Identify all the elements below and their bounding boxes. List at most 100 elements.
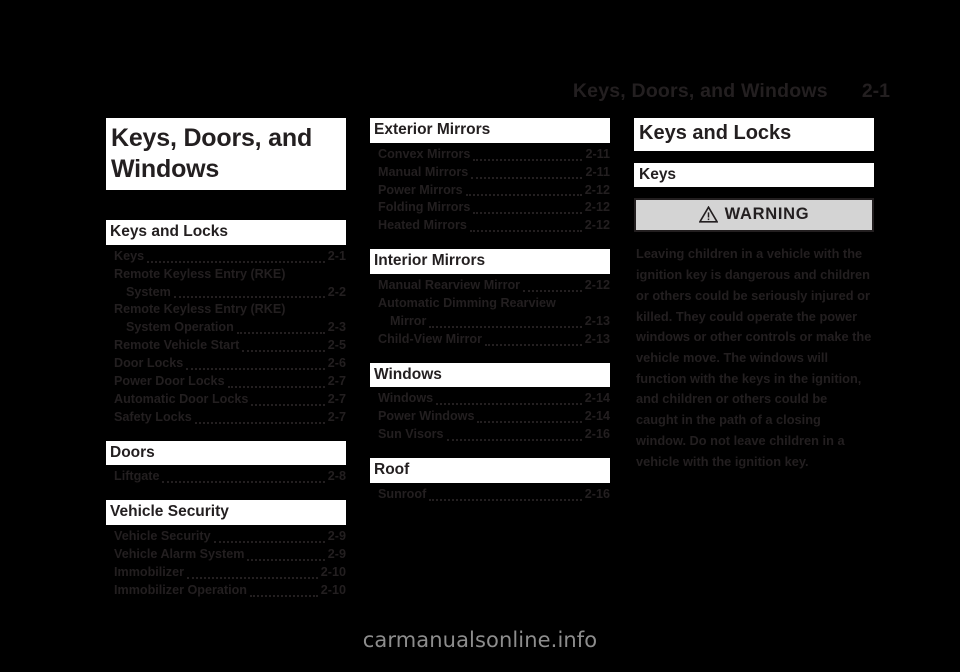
toc-leader-dots xyxy=(251,403,325,406)
toc-entry-label: Sun Visors xyxy=(378,427,444,442)
toc-entry[interactable]: Heated Mirrors 2-12 xyxy=(370,217,610,235)
toc-entry[interactable]: Child-View Mirror 2-13 xyxy=(370,331,610,349)
page-columns: Keys, Doors, and Windows Keys and Locks K… xyxy=(106,118,874,597)
toc-entry[interactable]: Windows 2-14 xyxy=(370,390,610,408)
section-title-keys-and-locks: Keys and Locks xyxy=(634,118,874,151)
toc-leader-dots xyxy=(213,540,325,543)
toc-entry-label: Liftgate xyxy=(114,469,160,484)
toc-entry-label: System Operation xyxy=(126,320,234,335)
toc-entry-label: Vehicle Security xyxy=(114,529,211,544)
toc-entry[interactable]: Manual Rearview Mirror 2-12 xyxy=(370,277,610,295)
toc-list: Keys 2-1 Remote Keyless Entry (RKE) System 2… xyxy=(106,248,346,427)
toc-entry-label: Power Mirrors xyxy=(378,182,463,197)
warning-body-text: Leaving children in a vehicle with the i… xyxy=(636,246,872,469)
toc-entry[interactable]: Remote Keyless Entry (RKE) xyxy=(106,301,346,319)
toc-entry[interactable]: Vehicle Alarm System 2-9 xyxy=(106,546,346,564)
toc-leader-dots xyxy=(236,331,325,335)
toc-entry-page: 2-7 xyxy=(327,373,346,388)
toc-column-two-groups: Exterior Mirrors Convex Mirrors 2-11 Manual… xyxy=(370,118,610,504)
toc-leader-dots xyxy=(247,558,325,561)
toc-group-heading: Keys and Locks xyxy=(106,220,346,245)
toc-entry-page: 2-12 xyxy=(584,278,610,292)
toc-leader-dots xyxy=(469,229,582,233)
toc-entry-page: 2-7 xyxy=(327,391,346,406)
toc-entry[interactable]: Door Locks 2-6 xyxy=(106,355,346,373)
toc-entry[interactable]: Immobilizer Operation 2-10 xyxy=(106,582,346,600)
toc-leader-dots xyxy=(471,176,583,179)
toc-list: Sunroof 2-16 xyxy=(370,486,610,504)
toc-entry[interactable]: Remote Keyless Entry (RKE) xyxy=(106,266,346,284)
toc-entry-page: 2-9 xyxy=(327,546,346,561)
toc-entry-page: 2-2 xyxy=(327,284,346,299)
toc-entry-page: 2-1 xyxy=(327,248,346,263)
toc-entry[interactable]: Safety Locks 2-7 xyxy=(106,409,346,427)
toc-list: Convex Mirrors 2-11 Manual Mirrors 2-11 Powe… xyxy=(370,146,610,235)
toc-entry[interactable]: Sunroof 2-16 xyxy=(370,486,610,504)
toc-entry[interactable]: Convex Mirrors 2-11 xyxy=(370,146,610,164)
toc-entry-label: Immobilizer xyxy=(114,564,184,579)
toc-leader-dots xyxy=(485,343,582,346)
toc-column-one-groups: Keys and Locks Keys 2-1 Remote Keyless Entr… xyxy=(106,220,346,600)
toc-entry-label: Keys xyxy=(114,248,145,263)
toc-leader-dots xyxy=(162,480,325,484)
toc-entry-label: Power Windows xyxy=(378,409,475,424)
toc-entry-label: Automatic Door Locks xyxy=(114,391,249,406)
toc-entry-label: Child-View Mirror xyxy=(378,331,483,346)
toc-entry-page: 2-13 xyxy=(584,313,610,328)
warning-label: WARNING xyxy=(724,205,810,224)
toc-entry[interactable]: Manual Mirrors 2-11 xyxy=(370,164,610,182)
toc-entry[interactable]: Liftgate 2-8 xyxy=(106,468,346,486)
toc-entry-page: 2-12 xyxy=(584,218,610,233)
toc-entry-page: 2-5 xyxy=(327,338,346,353)
toc-leader-dots xyxy=(227,385,325,388)
toc-entry[interactable]: Remote Vehicle Start 2-5 xyxy=(106,337,346,355)
page-header: Keys, Doors, and Windows 2-1 xyxy=(100,80,890,106)
toc-list: Manual Rearview Mirror 2-12 Automatic Dimm… xyxy=(370,277,610,349)
toc-leader-dots xyxy=(429,325,582,328)
toc-entry-page: 2-11 xyxy=(585,146,610,161)
toc-entry-label: Automatic Dimming Rearview xyxy=(378,295,556,310)
toc-entry[interactable]: Immobilizer 2-10 xyxy=(106,564,346,582)
toc-entry[interactable]: Keys 2-1 xyxy=(106,248,346,266)
toc-entry-label: Manual Rearview Mirror xyxy=(378,278,521,292)
toc-list: Liftgate 2-8 xyxy=(106,468,346,486)
toc-group-heading: Doors xyxy=(106,440,346,466)
toc-entry-label: Remote Vehicle Start xyxy=(114,338,240,353)
toc-entry-label: Manual Mirrors xyxy=(378,164,469,179)
toc-entry[interactable]: Mirror 2-13 xyxy=(370,313,610,331)
column-two: Exterior Mirrors Convex Mirrors 2-11 Manual… xyxy=(370,118,610,588)
toc-entry[interactable]: Folding Mirrors 2-12 xyxy=(370,199,610,217)
toc-entry[interactable]: Power Mirrors 2-12 xyxy=(370,182,610,200)
toc-entry-label: Immobilizer Operation xyxy=(114,582,247,597)
toc-entry-page: 2-10 xyxy=(320,582,346,597)
subsection-title-keys: Keys xyxy=(634,162,874,188)
toc-entry[interactable]: Power Windows 2-14 xyxy=(370,408,610,426)
toc-entry[interactable]: Vehicle Security 2-9 xyxy=(106,528,346,546)
toc-leader-dots xyxy=(249,594,318,597)
toc-entry-page: 2-12 xyxy=(584,200,610,215)
toc-entry-page: 2-14 xyxy=(584,391,610,406)
chapter-title: Keys, Doors, and Windows xyxy=(106,118,346,190)
toc-leader-dots xyxy=(186,576,318,579)
toc-entry-label: Safety Locks xyxy=(114,409,192,424)
toc-entry[interactable]: System Operation 2-3 xyxy=(106,319,346,337)
toc-leader-dots xyxy=(186,367,325,370)
toc-entry[interactable]: Automatic Door Locks 2-7 xyxy=(106,391,346,409)
toc-list: Vehicle Security 2-9 Vehicle Alarm System 2… xyxy=(106,528,346,600)
toc-group-heading: Interior Mirrors xyxy=(370,249,610,274)
footer-watermark: carmanualsonline.info xyxy=(362,628,598,652)
toc-leader-dots xyxy=(523,289,582,292)
toc-leader-dots xyxy=(473,158,583,161)
toc-group-heading: Roof xyxy=(370,457,610,483)
toc-entry-page: 2-11 xyxy=(585,164,610,179)
toc-entry-label: Mirror xyxy=(390,313,427,328)
toc-entry[interactable]: Power Door Locks 2-7 xyxy=(106,373,346,391)
toc-entry-page: 2-8 xyxy=(327,469,346,484)
toc-entry[interactable]: System 2-2 xyxy=(106,284,346,302)
toc-entry[interactable]: Automatic Dimming Rearview xyxy=(370,295,610,313)
manual-page: Keys, Doors, and Windows 2-1 Keys, Doors… xyxy=(0,0,960,672)
toc-entry[interactable]: Sun Visors 2-16 xyxy=(370,426,610,444)
toc-entry-label: Heated Mirrors xyxy=(378,218,467,233)
toc-leader-dots xyxy=(242,349,325,353)
toc-entry-page: 2-16 xyxy=(584,427,610,442)
